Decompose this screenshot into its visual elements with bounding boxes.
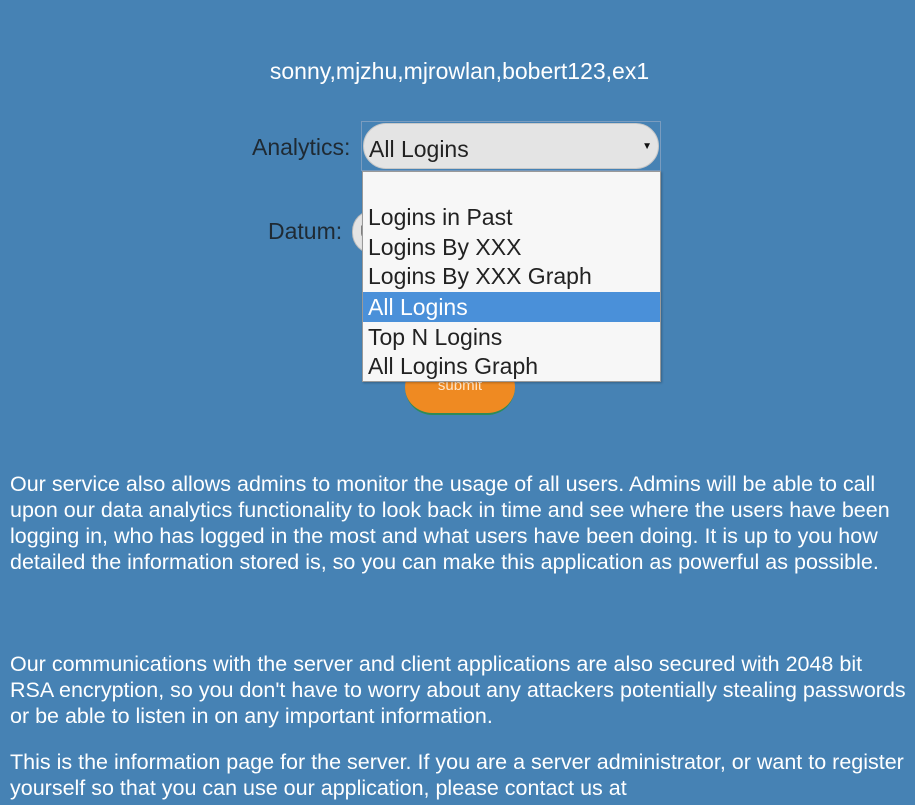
dropdown-option-all-logins-graph[interactable]: All Logins Graph bbox=[363, 351, 660, 381]
analytics-select[interactable]: All Logins ▼ bbox=[361, 121, 661, 171]
dropdown-option-blank[interactable] bbox=[363, 172, 660, 202]
encryption-paragraph: Our communications with the server and c… bbox=[10, 652, 906, 728]
datum-label: Datum: bbox=[268, 218, 343, 244]
analytics-label: Analytics: bbox=[252, 134, 351, 160]
dropdown-option-all-logins[interactable]: All Logins bbox=[363, 292, 660, 322]
dropdown-option-logins-by-xxx-graph[interactable]: Logins By XXX Graph bbox=[363, 261, 660, 291]
analytics-dropdown-list[interactable]: Logins in Past Logins By XXX Logins By X… bbox=[362, 171, 661, 382]
admin-analytics-paragraph: Our service also allows admins to monito… bbox=[10, 472, 890, 574]
contact-paragraph: This is the information page for the ser… bbox=[10, 750, 904, 800]
page: sonny,mjzhu,mjrowlan,bobert123,ex1 Analy… bbox=[0, 0, 915, 805]
analytics-select-box[interactable]: All Logins ▼ bbox=[363, 123, 659, 169]
dropdown-option-logins-by-xxx[interactable]: Logins By XXX bbox=[363, 232, 660, 262]
dropdown-option-top-n-logins[interactable]: Top N Logins bbox=[363, 322, 660, 352]
analytics-selected-value: All Logins bbox=[369, 136, 469, 162]
user-list: sonny,mjzhu,mjrowlan,bobert123,ex1 bbox=[269, 58, 650, 84]
dropdown-option-logins-in-past[interactable]: Logins in Past bbox=[363, 202, 660, 232]
dropdown-arrow-icon: ▼ bbox=[642, 141, 652, 152]
